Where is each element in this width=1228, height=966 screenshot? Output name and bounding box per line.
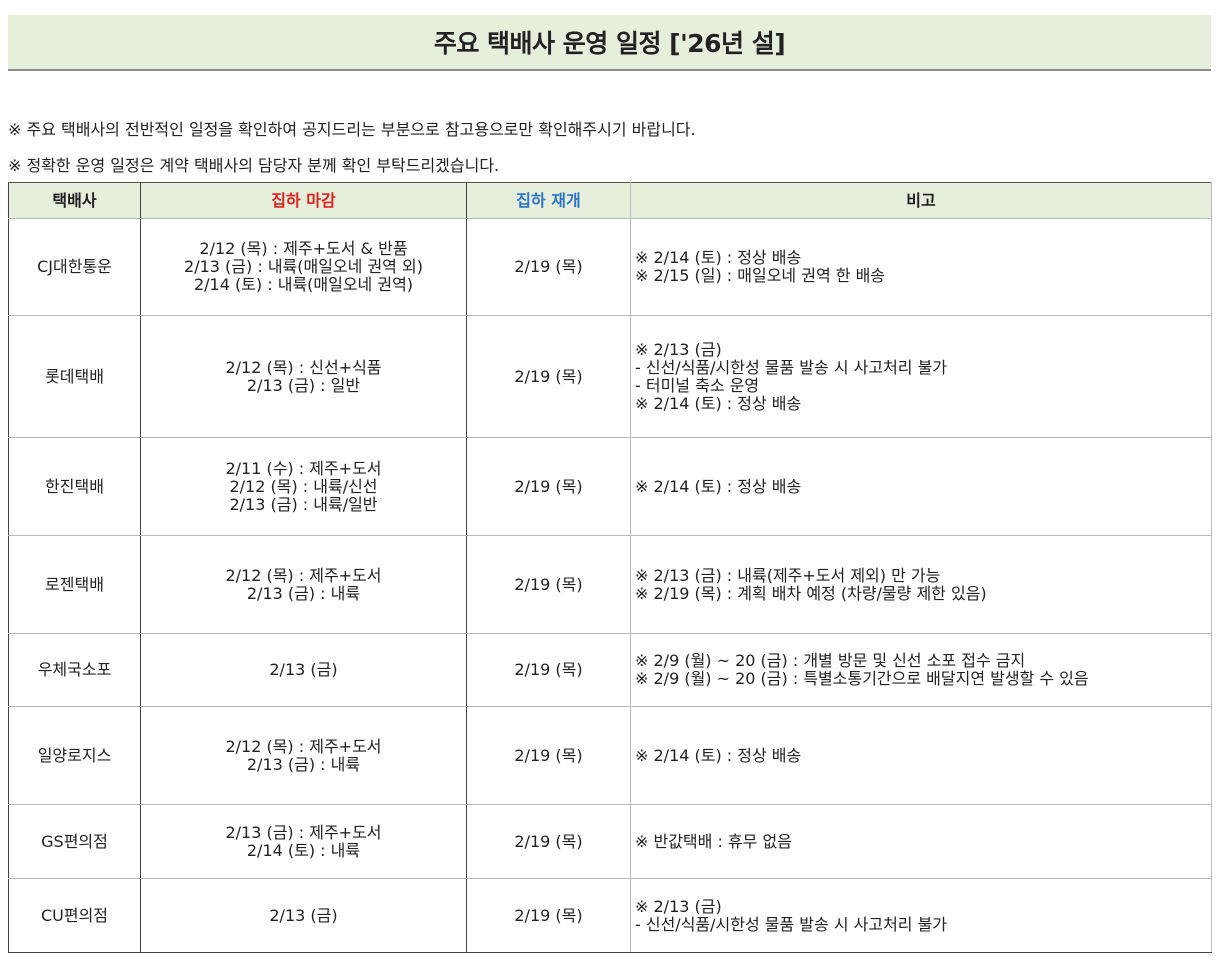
table-row: CU편의점 2/13 (금) 2/19 (목) ※ 2/13 (금) - 신선/식품/시… bbox=[8, 878, 1212, 953]
cell-carrier: CU편의점 bbox=[8, 878, 141, 953]
table-row: 롯데택배 2/12 (목) : 신선+식품 2/13 (금) : 일반 2/19 (목… bbox=[8, 315, 1212, 438]
note-line: ※ 2/14 (토) : 정상 배송 bbox=[635, 476, 802, 496]
notice-contact-carrier: ※ 정확한 운영 일정은 계약 택배사의 담당자 분께 확인 부탁드리겠습니다. bbox=[8, 156, 500, 175]
cell-pickup-reopen: 2/19 (목) bbox=[466, 437, 631, 536]
table-row: 우체국소포 2/13 (금) 2/19 (목) ※ 2/9 (월) ~ 20 (금) … bbox=[8, 633, 1212, 707]
note-line: ※ 2/15 (일) : 매일오네 권역 한 배송 bbox=[635, 266, 886, 285]
cell-pickup-reopen: 2/19 (목) bbox=[466, 633, 631, 707]
note-line: ※ 2/13 (금) bbox=[635, 896, 722, 916]
closing-line: 2/12 (목) : 제주+도서 bbox=[225, 736, 382, 756]
table-row: 일양로지스 2/12 (목) : 제주+도서 2/13 (금) : 내륙 2/19 (… bbox=[8, 706, 1212, 805]
cell-pickup-closing: 2/13 (금) : 제주+도서 2/14 (토) : 내륙 bbox=[140, 804, 467, 879]
cell-notes: ※ 2/14 (토) : 정상 배송 bbox=[630, 706, 1212, 805]
closing-line: 2/11 (수) : 제주+도서 bbox=[225, 458, 382, 478]
cell-pickup-reopen: 2/19 (목) bbox=[466, 535, 631, 634]
cell-notes: ※ 2/13 (금) : 내륙(제주+도서 제외) 만 가능 ※ 2/19 (목)… bbox=[630, 535, 1212, 634]
cell-pickup-closing: 2/11 (수) : 제주+도서 2/12 (목) : 내륙/신선 2/13 (금)… bbox=[140, 437, 467, 536]
closing-line: 2/13 (금) : 내륙 bbox=[246, 583, 361, 603]
cell-notes: ※ 2/9 (월) ~ 20 (금) : 개별 방문 및 신선 소포 접수 금지… bbox=[630, 633, 1212, 707]
note-line: ※ 2/19 (목) : 계획 배차 예정 (차량/물량 제한 있음) bbox=[635, 583, 987, 603]
cell-notes: ※ 반값택배 : 휴무 없음 bbox=[630, 804, 1212, 879]
cell-carrier: 로젠택배 bbox=[8, 535, 141, 634]
cell-pickup-reopen: 2/19 (목) bbox=[466, 315, 631, 438]
cell-pickup-reopen: 2/19 (목) bbox=[466, 218, 631, 316]
table-row: 한진택배 2/11 (수) : 제주+도서 2/12 (목) : 내륙/신선 2/13… bbox=[8, 437, 1212, 536]
note-line: - 터미널 축소 운영 bbox=[635, 375, 760, 395]
cell-notes: ※ 2/14 (토) : 정상 배송 ※ 2/15 (일) : 매일오네 권역 한… bbox=[630, 218, 1212, 316]
cell-pickup-closing: 2/12 (목) : 제주+도서 2/13 (금) : 내륙 bbox=[140, 535, 467, 634]
note-line: ※ 2/13 (금) : 내륙(제주+도서 제외) 만 가능 bbox=[635, 565, 941, 585]
header-carrier: 택배사 bbox=[8, 182, 141, 219]
table-row: CJ대한통운 2/12 (목) : 제주+도서 & 반품 2/13 (금) : 내륙… bbox=[8, 218, 1212, 316]
table-row: 로젠택배 2/12 (목) : 제주+도서 2/13 (금) : 내륙 2/19 (목… bbox=[8, 535, 1212, 634]
closing-line: 2/12 (목) : 신선+식품 bbox=[225, 357, 382, 377]
cell-carrier: 일양로지스 bbox=[8, 706, 141, 805]
carrier-schedule-table: 택배사 집하 마감 집하 재개 비고 CJ대한통운 2/12 (목) : 제주+도… bbox=[8, 182, 1212, 953]
note-line: ※ 2/9 (월) ~ 20 (금) : 개별 방문 및 신선 소포 접수 금지 bbox=[635, 651, 1026, 670]
table-row: GS편의점 2/13 (금) : 제주+도서 2/14 (토) : 내륙 2/19 (… bbox=[8, 804, 1212, 879]
table-header-row: 택배사 집하 마감 집하 재개 비고 bbox=[8, 182, 1212, 219]
table-body: CJ대한통운 2/12 (목) : 제주+도서 & 반품 2/13 (금) : 내륙… bbox=[8, 218, 1212, 953]
note-line: ※ 2/13 (금) bbox=[635, 339, 722, 359]
cell-pickup-closing: 2/12 (목) : 제주+도서 2/13 (금) : 내륙 bbox=[140, 706, 467, 805]
closing-line: 2/13 (금) : 제주+도서 bbox=[225, 822, 382, 842]
closing-line: 2/13 (금) : 내륙/일반 bbox=[229, 494, 378, 514]
cell-carrier: CJ대한통운 bbox=[8, 218, 141, 316]
note-line: ※ 2/9 (월) ~ 20 (금) : 특별소통기간으로 배달지연 발생할 수… bbox=[635, 669, 1089, 688]
cell-notes: ※ 2/13 (금) - 신선/식품/시한성 물품 발송 시 사고처리 불가 bbox=[630, 878, 1212, 953]
note-line: ※ 2/14 (토) : 정상 배송 bbox=[635, 248, 802, 267]
closing-line: 2/13 (금) bbox=[269, 905, 338, 925]
cell-carrier: GS편의점 bbox=[8, 804, 141, 879]
closing-line: 2/12 (목) : 제주+도서 & 반품 bbox=[199, 239, 408, 258]
cell-pickup-closing: 2/13 (금) bbox=[140, 878, 467, 953]
note-line: ※ 반값택배 : 휴무 없음 bbox=[635, 831, 792, 851]
cell-pickup-reopen: 2/19 (목) bbox=[466, 804, 631, 879]
title-bar: 주요 택배사 운영 일정 ['26년 설] bbox=[8, 15, 1211, 71]
closing-line: 2/13 (금) : 내륙(매일오네 권역 외) bbox=[184, 257, 423, 276]
note-line: - 신선/식품/시한성 물품 발송 시 사고처리 불가 bbox=[635, 914, 948, 934]
cell-notes: ※ 2/14 (토) : 정상 배송 bbox=[630, 437, 1212, 536]
note-line: - 신선/식품/시한성 물품 발송 시 사고처리 불가 bbox=[635, 357, 948, 377]
cell-pickup-closing: 2/13 (금) bbox=[140, 633, 467, 707]
cell-pickup-closing: 2/12 (목) : 신선+식품 2/13 (금) : 일반 bbox=[140, 315, 467, 438]
closing-line: 2/13 (금) bbox=[269, 660, 338, 679]
cell-pickup-reopen: 2/19 (목) bbox=[466, 706, 631, 805]
closing-line: 2/13 (금) : 내륙 bbox=[246, 754, 361, 774]
page-title: 주요 택배사 운영 일정 ['26년 설] bbox=[433, 29, 786, 58]
closing-line: 2/13 (금) : 일반 bbox=[246, 375, 361, 395]
note-line: ※ 2/14 (토) : 정상 배송 bbox=[635, 745, 802, 765]
notice-reference-only: ※ 주요 택배사의 전반적인 일정을 확인하여 공지드리는 부분으로 참고용으로… bbox=[8, 120, 696, 139]
cell-notes: ※ 2/13 (금) - 신선/식품/시한성 물품 발송 시 사고처리 불가 - 터… bbox=[630, 315, 1212, 438]
cell-carrier: 한진택배 bbox=[8, 437, 141, 536]
closing-line: 2/14 (토) : 내륙 bbox=[246, 840, 361, 860]
closing-line: 2/12 (목) : 제주+도서 bbox=[225, 565, 382, 585]
header-pickup-closing: 집하 마감 bbox=[140, 182, 467, 219]
note-line: ※ 2/14 (토) : 정상 배송 bbox=[635, 393, 802, 413]
cell-pickup-closing: 2/12 (목) : 제주+도서 & 반품 2/13 (금) : 내륙(매일오네 … bbox=[140, 218, 467, 316]
cell-pickup-reopen: 2/19 (목) bbox=[466, 878, 631, 953]
header-notes: 비고 bbox=[630, 182, 1212, 219]
cell-carrier: 롯데택배 bbox=[8, 315, 141, 438]
closing-line: 2/12 (목) : 내륙/신선 bbox=[229, 476, 378, 496]
cell-carrier: 우체국소포 bbox=[8, 633, 141, 707]
header-pickup-reopen: 집하 재개 bbox=[466, 182, 631, 219]
closing-line: 2/14 (토) : 내륙(매일오네 권역) bbox=[193, 275, 414, 294]
